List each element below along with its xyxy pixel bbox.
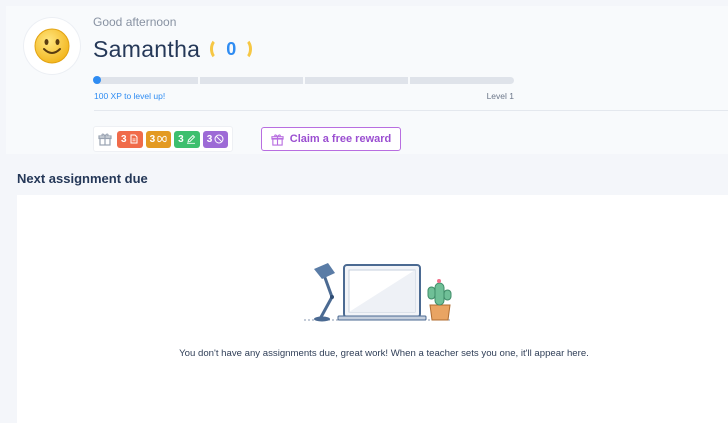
progress-tick xyxy=(408,77,410,84)
claim-free-reward-button[interactable]: Claim a free reward xyxy=(261,127,401,151)
pencil-icon xyxy=(186,134,195,144)
avatar[interactable] xyxy=(24,18,80,74)
reward-badges[interactable]: 3 3 3 3 xyxy=(93,126,234,152)
xp-progress-bar xyxy=(94,77,514,84)
name-row: Samantha 0 xyxy=(93,32,254,66)
dashboard-page: Good afternoon Samantha 0 100 XP to leve… xyxy=(0,0,728,423)
user-name: Samantha xyxy=(93,35,201,62)
gift-icon xyxy=(271,133,284,146)
butterfly-icon xyxy=(157,135,167,143)
assignments-panel: You don't have any assignments due, grea… xyxy=(17,195,728,423)
xp-progress-dot xyxy=(93,76,101,84)
badge-count: 3 xyxy=(178,133,184,145)
gift-icon xyxy=(98,133,112,146)
header-divider xyxy=(94,110,728,111)
smiley-face-icon xyxy=(34,28,70,64)
badge-count: 3 xyxy=(206,133,213,145)
coin-counter[interactable]: 0 xyxy=(208,35,254,63)
clock-icon xyxy=(214,134,224,144)
xp-to-level-label: 100 XP to level up! xyxy=(94,91,166,101)
badge-pencil[interactable]: 3 xyxy=(174,130,200,148)
claim-button-label: Claim a free reward xyxy=(289,133,392,145)
progress-tick xyxy=(303,77,305,84)
coin-bracket-right-icon xyxy=(236,38,253,60)
progress-tick xyxy=(198,77,200,84)
coin-bracket-left-icon xyxy=(210,38,226,60)
desk-laptop-illustration xyxy=(304,263,452,322)
badge-count: 3 xyxy=(149,133,156,145)
badge-count: 3 xyxy=(121,133,127,145)
greeting-text: Good afternoon xyxy=(93,15,177,29)
document-icon xyxy=(130,134,138,144)
empty-state-message: You don't have any assignments due, grea… xyxy=(179,348,589,359)
badge-documents[interactable]: 3 xyxy=(117,130,143,148)
level-label: Level 1 xyxy=(486,91,514,101)
badge-clock[interactable]: 3 xyxy=(202,130,229,148)
section-title: Next assignment due xyxy=(17,171,148,186)
badge-butterfly[interactable]: 3 xyxy=(145,130,172,148)
coin-count: 0 xyxy=(226,38,237,59)
profile-header: Good afternoon Samantha 0 100 XP to leve… xyxy=(6,6,728,154)
